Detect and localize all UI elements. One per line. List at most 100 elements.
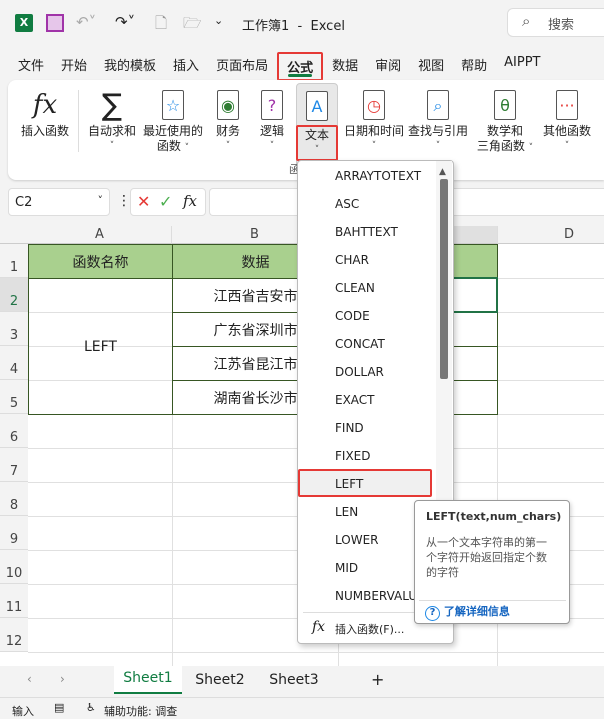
cancel-icon[interactable]: ✕ xyxy=(137,192,150,211)
prev-sheet-icon[interactable]: ‹ xyxy=(27,672,32,686)
function-name-cell[interactable]: LEFT xyxy=(28,278,173,415)
cell-mode-icon: ▤ xyxy=(54,701,65,714)
tab-2[interactable]: 我的模板 xyxy=(96,52,164,81)
function-item-label: ASC xyxy=(335,197,360,211)
function-item-bahttext[interactable]: BAHTTEXT xyxy=(298,217,432,245)
tab-7[interactable]: 审阅 xyxy=(367,52,409,81)
tab-0[interactable]: 文件 xyxy=(10,52,52,81)
row-header-12[interactable]: 12 xyxy=(0,618,28,652)
column-header-d[interactable]: D xyxy=(498,226,604,244)
tooltip-description: 从一个文本字符串的第一个字符开始返回指定个数的字符 xyxy=(426,536,547,579)
ribbon-divider xyxy=(78,90,79,152)
new-file-icon[interactable]: 🗋 xyxy=(155,13,167,38)
status-mode: 输入 xyxy=(12,705,34,718)
fx-icon[interactable]: fx xyxy=(183,192,197,210)
undo-icon[interactable]: ↶˅ xyxy=(76,13,96,31)
scroll-up-icon[interactable]: ▲ xyxy=(439,167,446,177)
function-item-exact[interactable]: EXACT xyxy=(298,385,432,413)
other-functions-button[interactable]: ··· 其他函数 ˅ xyxy=(540,86,594,154)
sheet1-label: Sheet1 xyxy=(123,670,173,686)
math-label-2: 三角函数 xyxy=(476,139,525,153)
next-sheet-icon[interactable]: › xyxy=(60,672,65,686)
redo-icon[interactable]: ↷˅ xyxy=(115,13,135,31)
function-item-asc[interactable]: ASC xyxy=(298,189,432,217)
row-header-2[interactable]: 2 xyxy=(0,278,28,312)
function-item-len[interactable]: LEN xyxy=(298,497,432,525)
lookup-button[interactable]: ⌕ 查找与引用 ˅ xyxy=(406,86,470,154)
function-item-dollar[interactable]: DOLLAR xyxy=(298,357,432,385)
header-cell-a[interactable]: 函数名称 xyxy=(28,244,173,279)
tab-1[interactable]: 开始 xyxy=(53,52,95,81)
tab-10[interactable]: AIPPT xyxy=(496,52,548,81)
row-header-10[interactable]: 10 xyxy=(0,550,28,584)
recent-label-2: 函数 xyxy=(156,139,181,153)
column-header-a[interactable]: A xyxy=(28,226,172,244)
function-item-left[interactable]: LEFT xyxy=(298,469,432,497)
datetime-label: 日期和时间 xyxy=(343,124,404,138)
fx-icon: fx xyxy=(312,619,326,635)
row-header-7[interactable]: 7 xyxy=(0,448,28,482)
math-button[interactable]: θ 数学和 三角函数 ˅ xyxy=(472,86,538,156)
financial-button[interactable]: ◉ 财务 ˅ xyxy=(210,86,246,154)
datetime-button[interactable]: ◷ 日期和时间 ˅ xyxy=(342,86,406,154)
financial-label: 财务 xyxy=(215,124,240,138)
row-header-9[interactable]: 9 xyxy=(0,516,28,550)
function-item-char[interactable]: CHAR xyxy=(298,245,432,273)
row-header-8[interactable]: 8 xyxy=(0,482,28,516)
row-header-11[interactable]: 11 xyxy=(0,584,28,618)
tab-5[interactable]: 公式 xyxy=(277,52,324,81)
clock-icon: ◷ xyxy=(363,90,385,120)
insert-function-button[interactable]: fx 插入函数 xyxy=(20,86,70,139)
autosum-button[interactable]: ∑ 自动求和 ˅ xyxy=(86,86,138,154)
theta-icon: θ xyxy=(494,90,516,120)
tab-8[interactable]: 视图 xyxy=(410,52,452,81)
row-header-1[interactable]: 1 xyxy=(0,244,28,278)
accessibility-status[interactable]: 辅助功能: 调查 xyxy=(104,703,177,719)
name-box[interactable]: C2 ˅ xyxy=(8,188,110,216)
sigma-icon: ∑ xyxy=(101,87,123,123)
function-item-mid[interactable]: MID xyxy=(298,553,432,581)
save-icon[interactable] xyxy=(46,14,64,32)
search-placeholder: 搜索 xyxy=(548,18,575,33)
tab-4[interactable]: 页面布局 xyxy=(208,52,276,81)
learn-more-link[interactable]: ? 了解详细信息 xyxy=(425,603,510,621)
open-folder-icon[interactable]: 🗁 xyxy=(183,13,202,38)
function-item-arraytotext[interactable]: ARRAYTOTEXT xyxy=(298,161,432,189)
logical-button[interactable]: ? 逻辑 ˅ xyxy=(254,86,290,154)
function-item-fixed[interactable]: FIXED xyxy=(298,441,432,469)
tab-6[interactable]: 数据 xyxy=(324,52,366,81)
enter-icon[interactable]: ✓ xyxy=(159,192,172,211)
sheet-tab-sheet3[interactable]: Sheet3 xyxy=(258,672,330,688)
qat-dropdown-icon[interactable]: ⌄ xyxy=(214,14,223,27)
more-icon[interactable]: ⋮ xyxy=(117,193,131,209)
learn-more-label: 了解详细信息 xyxy=(443,605,510,618)
function-item-find[interactable]: FIND xyxy=(298,413,432,441)
add-sheet-icon[interactable]: + xyxy=(371,670,384,689)
scrollbar-thumb[interactable] xyxy=(440,179,448,379)
function-item-numbervalue[interactable]: NUMBERVALUE xyxy=(298,581,432,609)
function-item-clean[interactable]: CLEAN xyxy=(298,273,432,301)
function-item-label: CODE xyxy=(335,309,370,323)
tab-3[interactable]: 插入 xyxy=(165,52,207,81)
select-all-corner[interactable] xyxy=(0,226,28,244)
sheet-tab-sheet2[interactable]: Sheet2 xyxy=(186,672,254,688)
search-box[interactable]: ⌕ 搜索 xyxy=(507,8,604,37)
magnifier-icon: ⌕ xyxy=(427,90,449,120)
row-header-6[interactable]: 6 xyxy=(0,414,28,448)
function-item-code[interactable]: CODE xyxy=(298,301,432,329)
recent-functions-button[interactable]: ☆ 最近使用的 函数 ˅ xyxy=(140,86,206,156)
search-icon: ⌕ xyxy=(522,12,531,30)
row-header-4[interactable]: 4 xyxy=(0,346,28,380)
accessibility-icon[interactable]: ♿ xyxy=(86,701,96,714)
other-label: 其他函数 xyxy=(542,124,591,138)
tab-9[interactable]: 帮助 xyxy=(453,52,495,81)
row-header-3[interactable]: 3 xyxy=(0,312,28,346)
function-item-label: LOWER xyxy=(335,533,379,547)
row-header-5[interactable]: 5 xyxy=(0,380,28,414)
ribbon-tabs: 文件 开始 我的模板 插入 页面布局 公式 数据 审阅 视图 帮助 AIPPT xyxy=(10,52,550,81)
window-title: 工作簿1 - Excel xyxy=(242,19,345,34)
function-item-lower[interactable]: LOWER xyxy=(298,525,432,553)
sheet-tab-sheet1[interactable]: Sheet1 xyxy=(114,666,182,694)
function-item-concat[interactable]: CONCAT xyxy=(298,329,432,357)
function-item-label: BAHTTEXT xyxy=(335,225,398,239)
